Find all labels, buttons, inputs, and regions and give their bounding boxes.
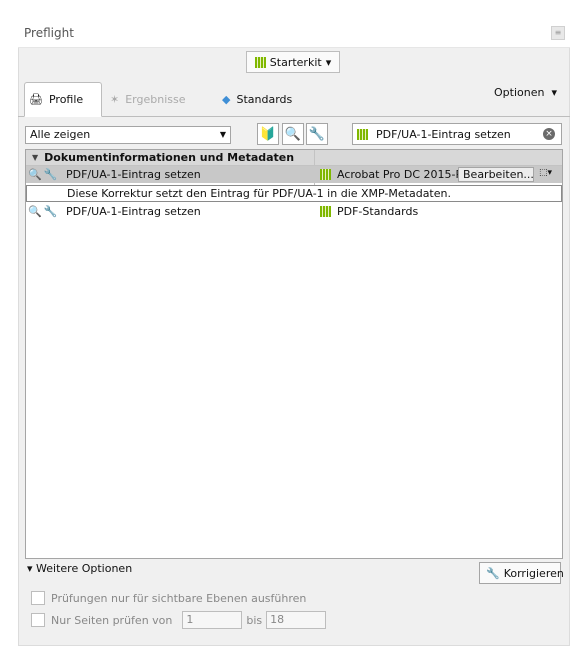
triangle-down-icon: ▾ — [27, 562, 37, 575]
visible-layers-option: Prüfungen nur für sichtbare Ebenen ausfü… — [31, 591, 306, 605]
more-options-label: Weitere Optionen — [36, 562, 133, 575]
search-field[interactable]: PDF/UA-1-Eintrag setzen × — [352, 123, 562, 145]
fixup-name: PDF/UA-1-Eintrag setzen — [66, 168, 201, 181]
chevron-down-icon: ▾ — [547, 86, 557, 99]
results-icon: ✶ — [110, 93, 120, 106]
panel-header — [18, 18, 570, 48]
fixup-name: PDF/UA-1-Eintrag setzen — [66, 205, 201, 218]
visible-layers-checkbox[interactable] — [31, 591, 45, 605]
tab-results-label: Ergebnisse — [125, 93, 186, 106]
options-label: Optionen — [494, 86, 545, 99]
group-label: Dokumentinformationen und Metadaten — [44, 151, 295, 164]
options-menu[interactable]: Optionen ▾ — [494, 86, 557, 99]
wrench-icon: 🔧 — [43, 205, 58, 218]
tab-results[interactable]: ✶ Ergebnisse — [110, 82, 186, 117]
filter-select[interactable]: Alle zeigen ▼ — [25, 126, 231, 144]
page-range-checkbox[interactable] — [31, 613, 45, 627]
row-icons: 🔍 🔧 — [26, 168, 66, 181]
fixup-profile: Acrobat Pro DC 2015-Pr — [337, 168, 467, 181]
dropdown-arrow-icon[interactable]: ⬚▾ — [539, 168, 553, 180]
profile-icon: 🖨 — [29, 93, 43, 106]
tab-standards[interactable]: ◆ Standards — [222, 82, 292, 117]
visible-layers-label: Prüfungen nur für sichtbare Ebenen ausfü… — [51, 591, 307, 605]
search-icon[interactable]: 🔍 — [282, 123, 304, 145]
profile-bars-icon — [320, 206, 331, 217]
profile-bars-icon — [357, 128, 368, 140]
profile-bars-icon — [254, 56, 266, 68]
page-from-input[interactable]: 1 — [182, 611, 243, 629]
fixup-profile: PDF-Standards — [337, 205, 419, 218]
chevron-down-icon: ▼ — [219, 130, 226, 139]
fix-button[interactable]: 🔧 Korrigieren — [479, 562, 564, 584]
wrench-icon: 🔧 — [43, 168, 58, 181]
magnifier-icon: 🔍 — [28, 168, 42, 181]
chevron-down-icon: ▾ — [325, 55, 332, 69]
page-to-label: bis — [246, 613, 263, 627]
fixup-description: Diese Korrektur setzt den Eintrag für PD… — [26, 185, 562, 202]
wrench-icon: 🔧 — [486, 566, 500, 580]
tab-standards-label: Standards — [236, 93, 293, 106]
edit-button[interactable]: Bearbeiten... — [458, 167, 534, 182]
row-icons: 🔍 🔧 — [26, 205, 66, 218]
panel-title: Preflight — [24, 26, 74, 40]
search-value: PDF/UA-1-Eintrag setzen — [376, 127, 511, 141]
filter-value: Alle zeigen — [30, 128, 91, 141]
more-options-toggle[interactable]: ▾ Weitere Optionen — [27, 562, 132, 575]
fix-button-label: Korrigieren — [503, 566, 564, 580]
magnifier-icon: 🔍 — [28, 205, 42, 218]
list-group-header[interactable]: ▼ Dokumentinformationen und Metadaten — [26, 150, 562, 166]
tab-profile[interactable]: 🖨 Profile — [24, 82, 102, 117]
standards-diamond-icon: ◆ — [222, 93, 231, 106]
clear-search-icon[interactable]: × — [543, 128, 555, 140]
fixup-wrench-icon[interactable]: 🔧 — [306, 123, 328, 145]
profile-bars-icon — [320, 169, 331, 180]
tab-profile-label: Profile — [48, 93, 84, 106]
page-range-option: Nur Seiten prüfen von 1 bis 18 — [31, 611, 327, 629]
library-label: Starterkit — [269, 55, 322, 69]
page-range-label: Nur Seiten prüfen von — [51, 613, 173, 627]
select-profiles-icon[interactable]: 🔰 — [257, 123, 279, 145]
page-to-input[interactable]: 18 — [266, 611, 327, 629]
list-item[interactable]: 🔍 🔧 PDF/UA-1-Eintrag setzen PDF-Standard… — [26, 203, 562, 220]
collapse-triangle-icon: ▼ — [32, 153, 39, 162]
panel-menu-icon[interactable]: ≡ — [551, 26, 565, 40]
library-dropdown-button[interactable]: Starterkit ▾ — [246, 51, 340, 73]
